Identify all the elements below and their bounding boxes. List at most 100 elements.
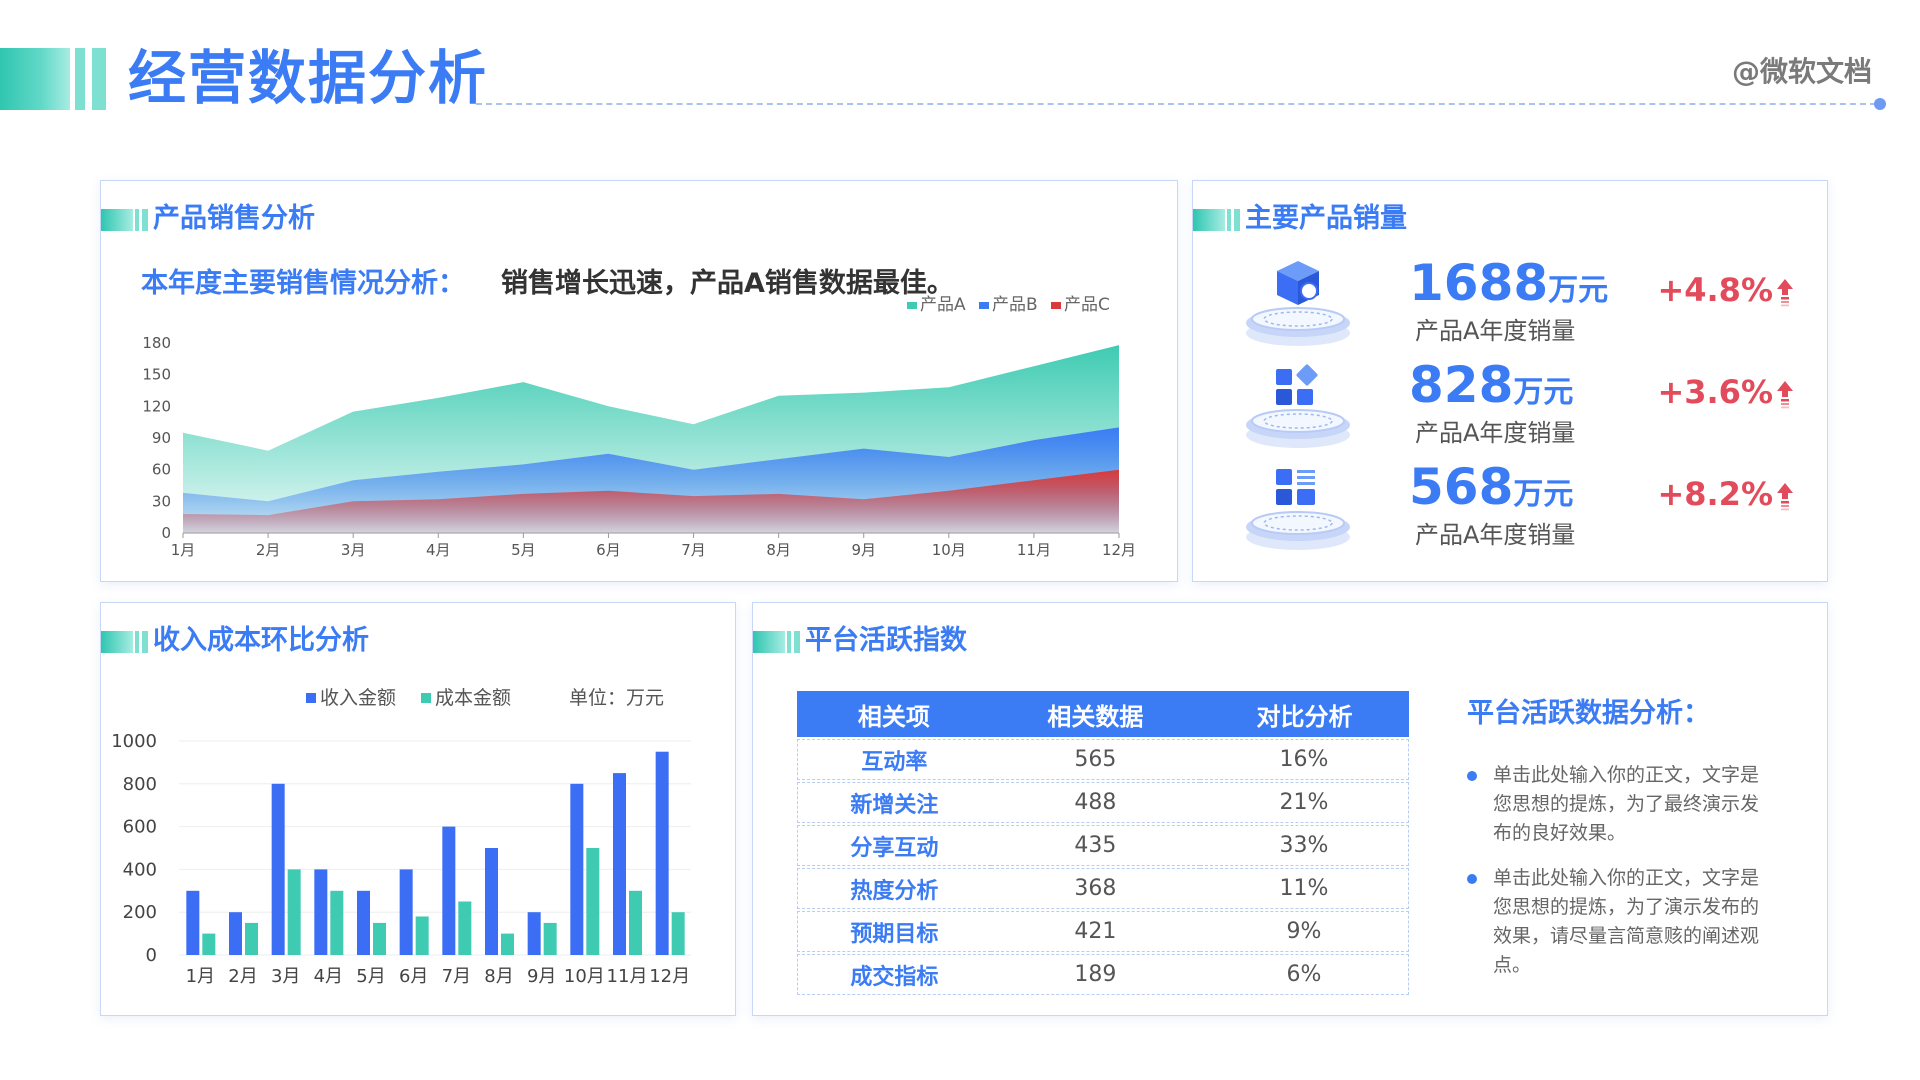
- x-tick-label: 7月: [681, 541, 706, 559]
- x-tick-label: 2月: [256, 541, 281, 559]
- x-tick-label: 6月: [596, 541, 621, 559]
- x-tick-label: 2月: [228, 966, 257, 987]
- panel-title-accent: [1193, 209, 1225, 231]
- y-tick-label: 60: [152, 461, 171, 479]
- y-tick-label: 200: [123, 902, 157, 923]
- x-tick-label: 3月: [341, 541, 366, 559]
- sales-area-chart: 0 30 60 90 120 150 180 1月 2月 3月 4月 5月 6月 7月 8月 9月 10月 11月…: [142, 295, 1136, 559]
- bar-成本金额: [245, 922, 258, 955]
- legend-swatch: [979, 302, 989, 309]
- header-divider: [476, 103, 1876, 105]
- bar-成本金额: [458, 901, 472, 955]
- bar-收入金额: [271, 783, 285, 955]
- bar-成本金额: [202, 933, 216, 955]
- y-tick-label: 0: [161, 524, 171, 542]
- header-accent-bar: [0, 48, 70, 110]
- table-cell: 热度分析: [797, 868, 991, 909]
- table-header-row: 相关项 相关数据 对比分析: [797, 691, 1409, 737]
- bar-成本金额: [629, 890, 642, 955]
- kpi-label: 产品A年度销量: [1415, 419, 1576, 447]
- bar-成本金额: [586, 848, 600, 955]
- table-row: 互动率 565 16%: [797, 739, 1409, 780]
- legend-label: 收入金额: [320, 687, 396, 709]
- x-tick-label: 5月: [356, 966, 385, 987]
- table-row: 新增关注 488 21%: [797, 782, 1409, 823]
- brand-label: @微软文档: [1731, 55, 1872, 88]
- bar-成本金额: [373, 922, 386, 955]
- table-cell: 预期目标: [797, 911, 991, 952]
- x-tick-label: 5月: [511, 541, 536, 559]
- y-tick-label: 400: [123, 859, 157, 880]
- bar-成本金额: [287, 869, 301, 955]
- table-cell: 11%: [1199, 868, 1409, 909]
- table-cell: 33%: [1199, 825, 1409, 866]
- table-cell: 21%: [1199, 782, 1409, 823]
- bar-成本金额: [501, 933, 514, 955]
- legend-swatch: [1051, 302, 1061, 309]
- y-tick-label: 120: [142, 397, 171, 415]
- x-tick-label: 1月: [186, 966, 215, 987]
- analysis-bullet: 单击此处输入你的正文，文字是您思想的提炼，为了演示发布的效果，请尽量言简意赅的阐…: [1467, 864, 1767, 980]
- analysis-title: 平台活跃数据分析：: [1467, 698, 1710, 729]
- x-tick-label: 1月: [171, 541, 196, 559]
- x-tick-label: 9月: [527, 966, 556, 987]
- bar-收入金额: [229, 912, 242, 955]
- table-cell: 368: [990, 868, 1200, 909]
- x-tick-label: 12月: [1102, 541, 1136, 559]
- kpi-row: 568万元 产品A年度销量 +8.2%: [1193, 457, 1829, 557]
- table-cell: 435: [990, 825, 1200, 866]
- bar-成本金额: [671, 912, 685, 955]
- table-row: 预期目标 421 9%: [797, 911, 1409, 952]
- x-tick-label: 8月: [484, 966, 513, 987]
- bar-收入金额: [613, 773, 626, 955]
- y-tick-label: 0: [146, 945, 157, 966]
- header-divider-dot: [1874, 98, 1886, 110]
- x-tick-label: 11月: [1017, 541, 1051, 559]
- legend-label: 成本金额: [435, 687, 511, 709]
- panel-title-accent: [1227, 209, 1231, 231]
- kpi-row: 828万元 产品A年度销量 +3.6%: [1193, 355, 1829, 455]
- y-tick-label: 150: [142, 366, 171, 384]
- y-tick-label: 600: [123, 817, 157, 838]
- y-tick-label: 30: [152, 492, 171, 510]
- bar-收入金额: [357, 890, 370, 955]
- grid-list-icon: [1246, 469, 1350, 550]
- header-accent-stripe: [92, 48, 106, 110]
- table-header: 相关项: [797, 691, 991, 737]
- legend-label: 产品B: [992, 295, 1038, 315]
- kpi-label: 产品A年度销量: [1415, 521, 1576, 549]
- legend-swatch: [421, 693, 431, 703]
- bar-收入金额: [570, 783, 584, 955]
- kpi-change: +3.6%: [1657, 373, 1773, 411]
- kpi-change: +4.8%: [1657, 271, 1773, 309]
- page-title: 经营数据分析: [128, 44, 489, 112]
- y-tick-label: 90: [152, 429, 171, 447]
- table-cell: 421: [990, 911, 1200, 952]
- kpi-label: 产品A年度销量: [1415, 317, 1576, 345]
- table-cell: 9%: [1199, 911, 1409, 952]
- x-tick-label: 12月: [649, 966, 690, 987]
- table-cell: 565: [990, 739, 1200, 780]
- table-row: 成交指标 189 6%: [797, 954, 1409, 995]
- panel-title: 主要产品销量: [1245, 203, 1407, 234]
- arrow-up-icon: [1777, 279, 1793, 307]
- revenue-panel: 收入成本环比分析 0 200 400 600 800 1000 1月 2月 3月 4月 5月 6月 7月…: [100, 602, 736, 1016]
- analysis-bullet: 单击此处输入你的正文，文字是您思想的提炼，为了最终演示发布的良好效果。: [1467, 761, 1767, 848]
- main-products-panel: 主要产品销量 1688万元 产品A年度销量 +4.8% 828万元 产品A年度销…: [1192, 180, 1828, 582]
- x-tick-label: 9月: [851, 541, 876, 559]
- legend-label: 产品C: [1064, 295, 1110, 315]
- bar-成本金额: [415, 916, 429, 955]
- x-tick-label: 4月: [426, 541, 451, 559]
- table-row: 分享互动 435 33%: [797, 825, 1409, 866]
- unit-label: 单位：万元: [569, 687, 664, 709]
- panel-title-accent: [101, 631, 133, 653]
- x-tick-label: 6月: [399, 966, 428, 987]
- table-header: 对比分析: [1199, 691, 1409, 737]
- header-accent-stripe: [75, 48, 85, 110]
- bar-成本金额: [330, 890, 344, 955]
- y-tick-label: 1000: [111, 731, 157, 752]
- table-row: 热度分析 368 11%: [797, 868, 1409, 909]
- kpi-change: +8.2%: [1657, 475, 1773, 513]
- panel-title-accent: [135, 631, 139, 653]
- table-cell: 成交指标: [797, 954, 991, 995]
